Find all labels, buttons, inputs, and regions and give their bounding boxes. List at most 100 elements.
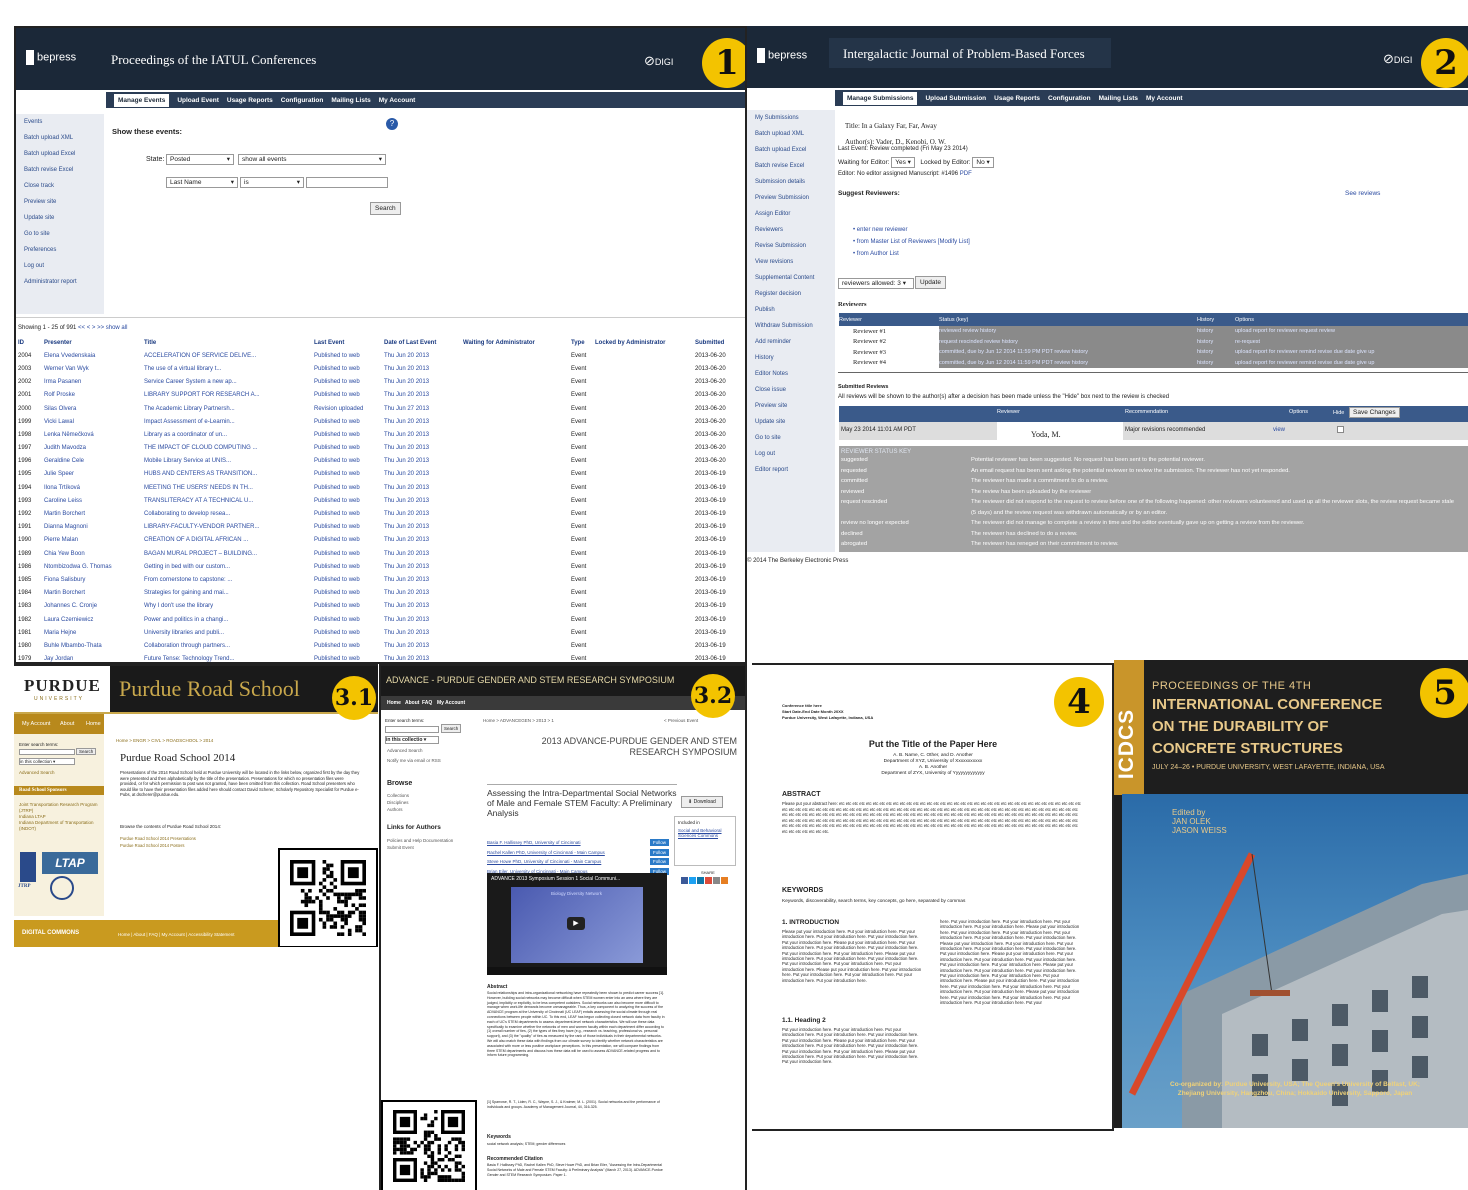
- sidebar-item[interactable]: Batch revise Excel: [16, 162, 104, 178]
- tab-configuration[interactable]: Configuration: [1048, 95, 1091, 102]
- search-input[interactable]: [385, 726, 439, 733]
- table-cell-link[interactable]: Future Tense: Technology Trend...: [144, 653, 314, 662]
- sidebar-item[interactable]: My Submissions: [747, 110, 835, 126]
- facebook-icon[interactable]: [681, 877, 688, 884]
- nav-faq[interactable]: FAQ: [422, 700, 432, 706]
- reviewers-allowed-select[interactable]: reviewers allowed: 3 ▾: [838, 278, 914, 289]
- tab-mailing-lists[interactable]: Mailing Lists: [331, 97, 370, 104]
- sidebar-item[interactable]: Withdraw Submission: [747, 318, 835, 334]
- table-cell-link[interactable]: Geraldine Cele: [44, 455, 144, 468]
- advanced-search-link[interactable]: Advanced Search: [19, 770, 55, 775]
- email-icon[interactable]: [713, 877, 720, 884]
- breadcrumb[interactable]: Home > ENGR > CIVL > ROADSCHOOL > 2014: [116, 738, 213, 743]
- table-cell-link[interactable]: Silas Olvera: [44, 402, 144, 415]
- table-cell-link[interactable]: Rolf Proske: [44, 389, 144, 402]
- help-icon[interactable]: ?: [386, 118, 398, 130]
- update-button[interactable]: Update: [915, 276, 946, 289]
- breadcrumb[interactable]: Home > ADVANCEGEN > 2013 > 1: [483, 718, 554, 723]
- sidebar-item[interactable]: Close track: [16, 178, 104, 194]
- sidebar-item[interactable]: Supplemental Content: [747, 270, 835, 286]
- ltap-logo[interactable]: LTAP: [42, 852, 98, 874]
- table-cell-link[interactable]: University libraries and publi...: [144, 626, 314, 639]
- search-button[interactable]: Search: [441, 724, 462, 733]
- presentations-link[interactable]: Purdue Road School 2014 Presentations: [120, 835, 196, 842]
- table-cell-link[interactable]: Julie Speer: [44, 468, 144, 481]
- video-player[interactable]: ADVANCE 2013 Symposium Session 1 Social …: [487, 873, 667, 975]
- column-header[interactable]: Last Event: [314, 336, 384, 349]
- sidebar-item[interactable]: Register decision: [747, 286, 835, 302]
- tab-upload-event[interactable]: Upload Event: [177, 97, 219, 104]
- sidebar-item[interactable]: Batch revise Excel: [747, 158, 835, 174]
- table-cell-link[interactable]: Vicki Lawal: [44, 415, 144, 428]
- table-cell-link[interactable]: CREATION OF A DIGITAL AFRICAN ...: [144, 534, 314, 547]
- table-cell-link[interactable]: From cornerstone to capstone: ...: [144, 573, 314, 586]
- reviewer-cell[interactable]: upload report for reviewer remind revise…: [1235, 357, 1468, 369]
- googleplus-icon[interactable]: [705, 877, 712, 884]
- table-cell-link[interactable]: Library as a coordinator of un...: [144, 428, 314, 441]
- sidebar-item[interactable]: Go to site: [747, 430, 835, 446]
- reviewer-cell[interactable]: history: [1197, 357, 1235, 369]
- column-header[interactable]: Submitted: [695, 336, 745, 349]
- table-cell-link[interactable]: Strategies for gaining and mai...: [144, 587, 314, 600]
- table-cell-link[interactable]: Maria Hejne: [44, 626, 144, 639]
- table-cell-link[interactable]: ACCELERATION OF SERVICE DELIVE...: [144, 349, 314, 362]
- posters-link[interactable]: Purdue Road School 2014 Posters: [120, 842, 196, 849]
- column-header[interactable]: Locked by Administrator: [595, 336, 695, 349]
- table-cell-link[interactable]: THE IMPACT OF CLOUD COMPUTING ...: [144, 442, 314, 455]
- tab-my-account[interactable]: My Account: [379, 97, 416, 104]
- tab-upload-submission[interactable]: Upload Submission: [925, 95, 986, 102]
- table-cell-link[interactable]: Johannes C. Cronje: [44, 600, 144, 613]
- table-cell-link[interactable]: Power and politics in a changi...: [144, 613, 314, 626]
- table-cell-link[interactable]: Irma Pasanen: [44, 376, 144, 389]
- table-cell-link[interactable]: Why I don't use the library: [144, 600, 314, 613]
- table-cell-link[interactable]: Martin Borchert: [44, 587, 144, 600]
- tab-mailing-lists[interactable]: Mailing Lists: [1099, 95, 1138, 102]
- sidebar-item[interactable]: Preview site: [16, 194, 104, 210]
- previous-event-link[interactable]: < Previous Event: [664, 718, 698, 723]
- table-cell-link[interactable]: LIBRARY SUPPORT FOR RESEARCH A...: [144, 389, 314, 402]
- sidebar-item[interactable]: Go to site: [16, 226, 104, 242]
- more-share-icon[interactable]: [721, 877, 728, 884]
- table-cell-link[interactable]: TRANSLITERACY AT A TECHNICAL U...: [144, 494, 314, 507]
- nav-about[interactable]: About: [60, 721, 74, 727]
- sidebar-item[interactable]: Preview Submission: [747, 190, 835, 206]
- sidebar-item[interactable]: Administrator report: [16, 274, 104, 290]
- download-button[interactable]: ⬇ Download: [681, 796, 723, 808]
- reviewer-cell[interactable]: upload report for reviewer remind revise…: [1235, 347, 1468, 358]
- qr-code[interactable]: [381, 1100, 477, 1190]
- table-cell-link[interactable]: Mobile Library Service at UNIS...: [144, 455, 314, 468]
- save-changes-button[interactable]: Save Changes: [1349, 407, 1400, 418]
- operator-select[interactable]: is ▾: [240, 177, 304, 188]
- view-review-link[interactable]: view: [1273, 427, 1285, 433]
- tab-usage-reports[interactable]: Usage Reports: [994, 95, 1040, 102]
- table-cell-link[interactable]: Service Career System a new ap...: [144, 376, 314, 389]
- table-cell-link[interactable]: Jay Jordan: [44, 653, 144, 662]
- search-input[interactable]: [19, 749, 75, 755]
- bepress-logo[interactable]: bepress: [757, 48, 807, 63]
- sidebar-item[interactable]: Add reminder: [747, 334, 835, 350]
- site-title[interactable]: ADVANCE - PURDUE GENDER AND STEM RESEARC…: [386, 675, 674, 685]
- follow-button[interactable]: Follow: [649, 839, 669, 846]
- pagination-links[interactable]: << < > >> show all: [78, 325, 127, 331]
- column-header[interactable]: Type: [571, 336, 595, 349]
- sidebar-item[interactable]: Revise Submission: [747, 238, 835, 254]
- table-cell-link[interactable]: Judith Mavodza: [44, 442, 144, 455]
- sponsor-link-indot[interactable]: Indiana Department of Transportation (IN…: [19, 820, 101, 832]
- reviewer-cell[interactable]: reviewed review history: [939, 326, 1197, 337]
- sidebar-item[interactable]: Reviewers: [747, 222, 835, 238]
- table-cell-link[interactable]: Caroline Leiss: [44, 494, 144, 507]
- sidebar-item[interactable]: Editor report: [747, 462, 835, 478]
- notify-link[interactable]: Notify me via email or RSS: [387, 758, 441, 763]
- field-select[interactable]: Last Name ▾: [166, 177, 238, 188]
- sidebar-item[interactable]: Preferences: [16, 242, 104, 258]
- nav-about[interactable]: About: [405, 700, 419, 706]
- table-cell-link[interactable]: Lenka Němečková: [44, 428, 144, 441]
- sidebar-item[interactable]: Submission details: [747, 174, 835, 190]
- table-cell-link[interactable]: Chia Yew Boon: [44, 547, 144, 560]
- table-cell-link[interactable]: Collaborating to develop resea...: [144, 507, 314, 520]
- tab-my-account[interactable]: My Account: [1146, 95, 1183, 102]
- sidebar-item[interactable]: Publish: [747, 302, 835, 318]
- linkedin-icon[interactable]: [697, 877, 704, 884]
- table-cell-link[interactable]: LIBRARY-FACULTY-VENDOR PARTNER...: [144, 521, 314, 534]
- author-link[interactable]: Steve Howe PhD, University of Cincinnati…: [487, 859, 601, 864]
